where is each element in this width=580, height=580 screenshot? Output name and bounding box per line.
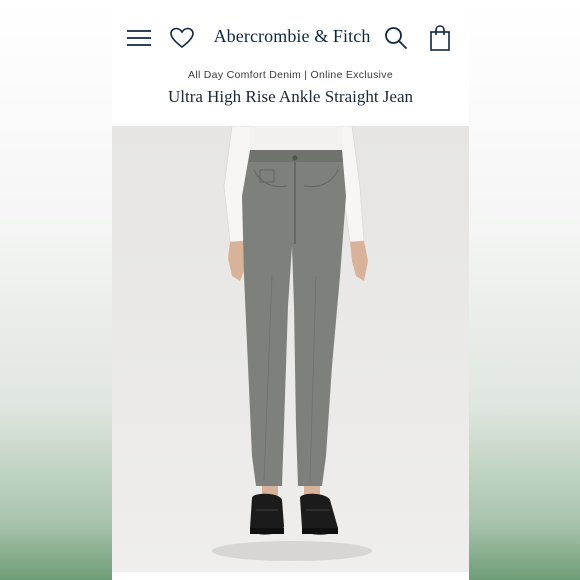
heart-icon[interactable] (166, 22, 198, 54)
background-right (469, 0, 580, 580)
jeans-shape (242, 150, 346, 486)
collection-line: All Day Comfort Denim | Online Exclusive (188, 69, 393, 81)
menu-icon[interactable] (123, 22, 155, 54)
product-photo[interactable] (112, 126, 469, 572)
background-left (0, 0, 112, 580)
search-icon[interactable] (380, 22, 412, 54)
brand-logo[interactable]: Abercrombie & Fitch (212, 26, 372, 47)
product-title: Ultra High Rise Ankle Straight Jean (167, 87, 414, 106)
site-header: Abercrombie & Fitch (112, 0, 469, 74)
shopping-bag-icon[interactable] (424, 22, 456, 54)
phone-screen: Abercrombie & Fitch All Day Comfort Deni… (112, 0, 469, 580)
